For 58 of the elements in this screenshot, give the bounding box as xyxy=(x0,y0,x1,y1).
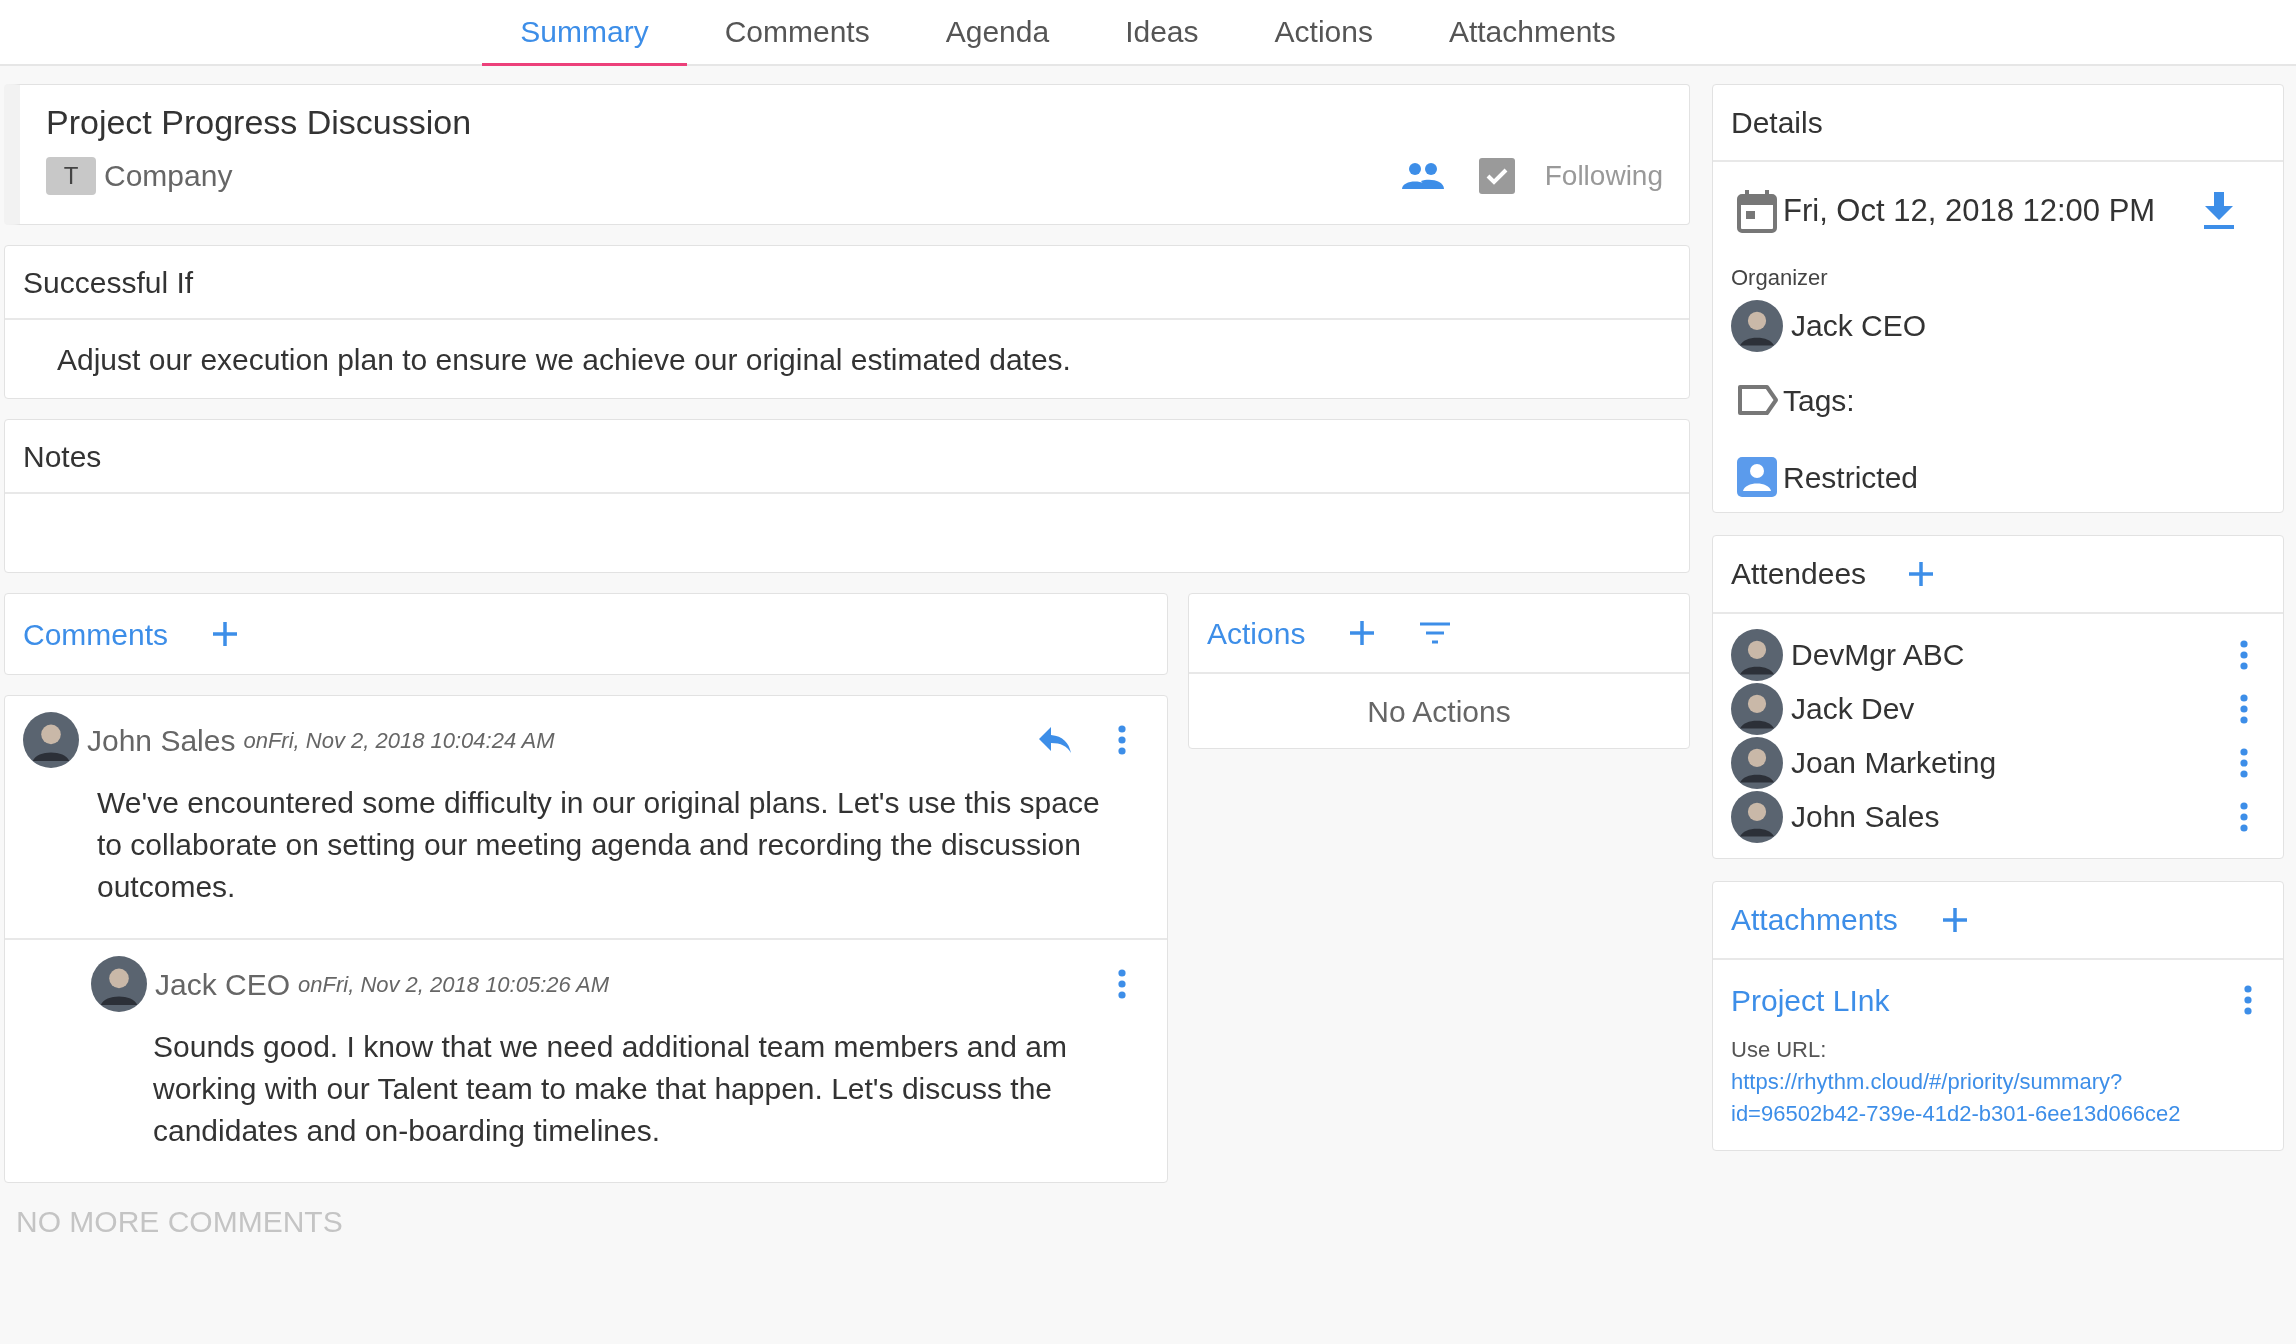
calendar-icon xyxy=(1737,189,1777,234)
avatar-icon xyxy=(23,712,79,768)
comment-text: We've encountered some difficulty in our original plans. Let's use this space to collaborate on setting our meeting agenda and recording the discussion outcomes. xyxy=(96,785,1101,905)
attendees-title: Attendees xyxy=(1731,556,1867,592)
url-link[interactable]: https://rhythm.cloud/#/priority/summary?id=96502b42-739e-41d2-b301-6ee13d066ce2 xyxy=(1731,1065,2211,1130)
comment-timestamp: onFri, Nov 2, 2018 10:05:26 AM xyxy=(298,970,610,999)
more-options-icon[interactable] xyxy=(2239,801,2249,832)
following-label: Following xyxy=(1544,158,1663,193)
empty-actions-text: No Actions xyxy=(1367,693,1511,730)
more-options-icon[interactable] xyxy=(1117,725,1127,755)
tags-label: Tags: xyxy=(1783,382,1855,419)
tab[interactable]: Comments xyxy=(686,0,908,66)
access-label: Restricted xyxy=(1783,459,1919,496)
people-icon[interactable] xyxy=(1400,160,1445,191)
avatar-icon xyxy=(1731,790,1783,843)
avatar-icon xyxy=(91,956,147,1012)
comment-timestamp: onFri, Nov 2, 2018 10:04:24 AM xyxy=(243,726,555,755)
organizer-name: Jack CEO xyxy=(1791,308,1927,344)
attachment-link[interactable]: Project LInk xyxy=(1731,977,1890,1023)
more-options-icon[interactable] xyxy=(2243,985,2253,1015)
filter-icon[interactable] xyxy=(1419,621,1452,645)
more-options-icon[interactable] xyxy=(2239,639,2249,670)
meeting-title: Project Progress Discussion xyxy=(46,102,473,143)
url-label: Use URL: xyxy=(1731,1035,1828,1064)
more-options-icon[interactable] xyxy=(2239,747,2249,778)
tag-label: Company xyxy=(104,158,233,194)
more-options-icon[interactable] xyxy=(2239,693,2249,724)
download-icon[interactable] xyxy=(2203,192,2236,231)
tab[interactable]: Actions xyxy=(1236,0,1411,66)
person-icon xyxy=(1737,457,1777,497)
event-date: Fri, Oct 12, 2018 12:00 PM xyxy=(1783,192,2156,230)
section-title: Successful If xyxy=(23,264,194,301)
avatar-icon xyxy=(1731,736,1783,789)
organizer-label: Organizer xyxy=(1731,263,1829,292)
success-criteria-text: Adjust our execution plan to ensure we achieve our original estimated dates. xyxy=(57,341,1071,378)
tab[interactable]: Ideas xyxy=(1087,0,1237,66)
attendee-name: Joan Marketing xyxy=(1791,745,1998,781)
details-title: Details xyxy=(1731,105,1823,141)
comment-author: John Sales xyxy=(87,722,236,759)
tag-icon xyxy=(1737,384,1779,416)
section-title: Notes xyxy=(23,438,102,475)
attachments-title[interactable]: Attachments xyxy=(1731,897,1898,942)
comment-author: Jack CEO xyxy=(155,966,291,1003)
avatar-icon xyxy=(1731,628,1783,681)
checkbox[interactable] xyxy=(1478,157,1515,194)
avatar-icon xyxy=(1731,299,1783,352)
tab[interactable]: Attachments xyxy=(1410,0,1654,66)
comment-text: Sounds good. I know that we need additional team members and am working with our Talent team to make that happen. Let's discuss the candidates and on-boarding timelines. xyxy=(152,1029,1068,1149)
avatar-icon xyxy=(1731,682,1783,735)
actions-title[interactable]: Actions xyxy=(1207,610,1306,656)
attendee-name: John Sales xyxy=(1791,799,1941,835)
tab[interactable]: Agenda xyxy=(907,0,1088,66)
tag-badge: T xyxy=(46,156,96,195)
comments-title[interactable]: Comments xyxy=(23,611,169,657)
more-options-icon[interactable] xyxy=(1117,969,1127,999)
tab[interactable]: Summary xyxy=(482,0,687,66)
attendee-name: DevMgr ABC xyxy=(1791,637,1966,673)
attendee-name: Jack Dev xyxy=(1791,691,1916,727)
